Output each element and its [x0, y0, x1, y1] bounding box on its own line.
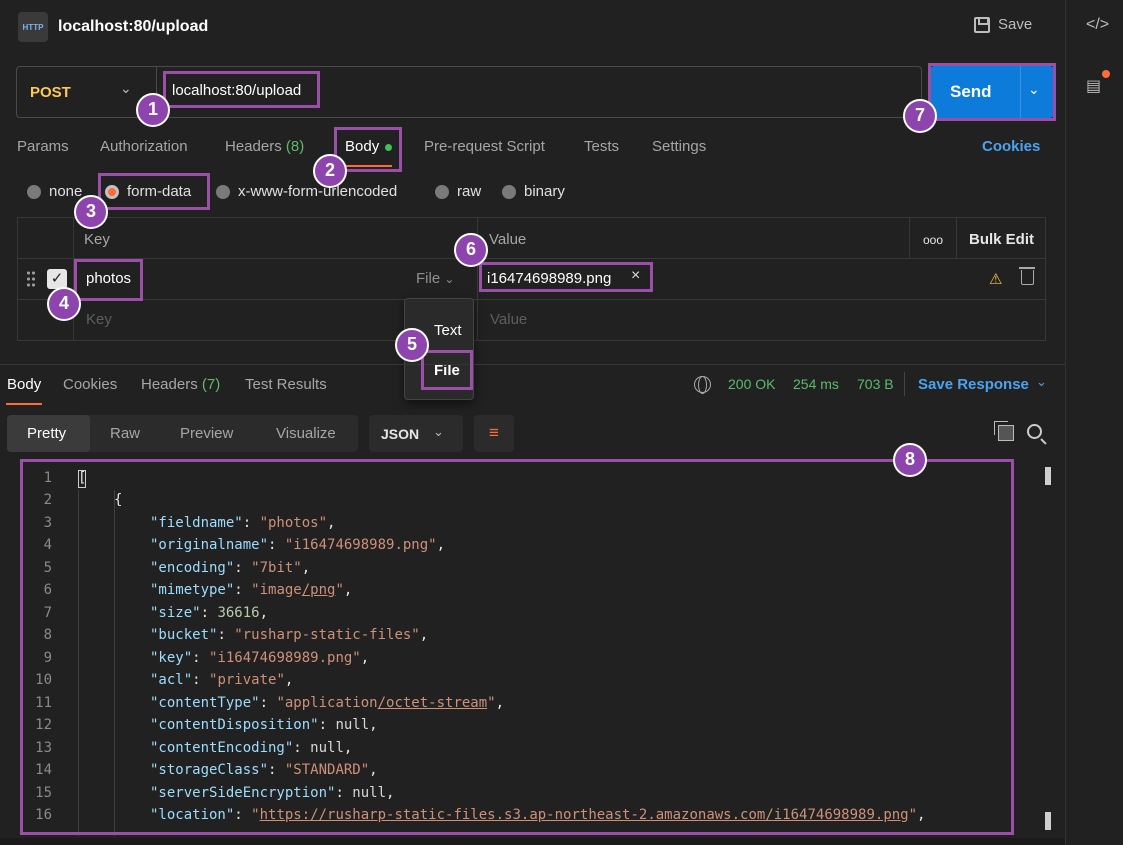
search-icon[interactable] — [1027, 424, 1042, 439]
save-response-button[interactable]: Save Response — [918, 376, 1029, 393]
annotation-badge: 5 — [395, 328, 429, 362]
response-size[interactable]: 703 B — [857, 376, 894, 392]
method-select[interactable]: POST — [30, 84, 71, 101]
tab-settings[interactable]: Settings — [652, 138, 706, 155]
save-label: Save — [998, 16, 1033, 33]
request-title[interactable]: localhost:80/upload — [58, 18, 208, 36]
chevron-down-icon: ⌄ — [444, 272, 455, 286]
code-icon[interactable]: </> — [1086, 16, 1109, 34]
radio-icon — [27, 184, 41, 199]
annotation-badge: 6 — [454, 233, 488, 267]
radio-binary[interactable]: binary — [502, 183, 565, 200]
row-checkbox[interactable]: ✓ — [47, 269, 67, 289]
radio-label: x-www-form-urlencoded — [238, 183, 398, 200]
tab-params[interactable]: Params — [17, 138, 69, 155]
table-divider — [909, 217, 910, 258]
annotation-box — [74, 259, 143, 301]
warning-icon[interactable]: ⚠ — [989, 270, 1002, 288]
save-icon — [974, 16, 990, 33]
response-tab-test-results[interactable]: Test Results — [245, 376, 327, 393]
radio-urlencoded[interactable]: x-www-form-urlencoded — [216, 183, 397, 200]
annotation-box — [163, 71, 320, 108]
radio-icon — [502, 184, 516, 199]
table-divider — [956, 217, 957, 258]
divider — [904, 372, 905, 396]
tab-headers[interactable]: Headers (8) — [225, 138, 304, 155]
key-placeholder[interactable]: Key — [86, 311, 112, 328]
radio-none[interactable]: none — [27, 183, 82, 200]
radio-raw[interactable]: raw — [435, 183, 481, 200]
annotation-badge: 1 — [136, 93, 170, 127]
radio-label: raw — [457, 183, 482, 200]
tab-label: Headers — [141, 376, 198, 393]
type-label: File — [416, 270, 441, 287]
globe-icon[interactable] — [694, 376, 711, 394]
table-divider — [17, 258, 1046, 259]
table-divider — [17, 299, 1046, 300]
notification-dot — [1102, 70, 1110, 78]
radio-label: binary — [524, 183, 565, 200]
key-column-header: Key — [84, 231, 110, 248]
format-preview[interactable]: Preview — [180, 425, 233, 442]
tab-label: Body — [7, 376, 42, 393]
right-rail: </> ▤ — [1065, 0, 1123, 845]
drag-handle-icon[interactable] — [26, 270, 36, 288]
format-pretty[interactable]: Pretty — [27, 425, 66, 442]
wrap-lines-icon[interactable]: ≡ — [474, 415, 514, 452]
annotation-box — [20, 459, 1014, 835]
annotation-box — [479, 262, 653, 292]
radio-icon — [216, 184, 230, 199]
response-tab-body[interactable]: Body — [7, 376, 41, 393]
section-divider — [0, 364, 1065, 365]
http-logo-icon: HTTP — [18, 12, 48, 42]
header-count: (8) — [285, 138, 305, 155]
value-placeholder[interactable]: Value — [490, 311, 527, 328]
scrollbar-thumb[interactable] — [1045, 812, 1051, 830]
annotation-badge: 3 — [74, 195, 108, 229]
format-raw[interactable]: Raw — [110, 425, 140, 442]
bulk-edit-button[interactable]: Bulk Edit — [969, 231, 1034, 248]
annotation-badge: 8 — [893, 443, 927, 477]
annotation-box — [421, 350, 473, 390]
radio-label: none — [49, 183, 83, 200]
annotation-badge: 2 — [313, 154, 347, 188]
annotation-box — [928, 63, 1056, 121]
annotation-badge: 7 — [903, 99, 937, 133]
radio-icon — [435, 184, 449, 199]
chevron-down-icon[interactable]: ⌄ — [120, 80, 132, 97]
value-column-header: Value — [489, 231, 527, 248]
chevron-down-icon[interactable]: ⌄ — [1036, 374, 1047, 390]
logo-text: HTTP — [22, 22, 44, 32]
response-tab-cookies[interactable]: Cookies — [63, 376, 117, 393]
language-label: JSON — [381, 426, 420, 442]
copy-icon[interactable] — [994, 421, 1014, 441]
chevron-down-icon[interactable]: ⌄ — [433, 424, 444, 440]
type-select[interactable]: File ⌄ — [416, 270, 454, 287]
scrollbar-thumb[interactable] — [1045, 467, 1051, 485]
tab-authorization[interactable]: Authorization — [100, 138, 188, 155]
menu-item-text[interactable]: Text — [434, 322, 462, 339]
save-button[interactable]: Save — [974, 16, 1032, 33]
tab-label: Headers — [225, 138, 282, 155]
trash-icon[interactable] — [1019, 267, 1035, 285]
annotation-box — [98, 173, 210, 210]
docs-icon[interactable]: ▤ — [1086, 76, 1101, 96]
header-count: (7) — [201, 376, 221, 393]
tab-pre-request-script[interactable]: Pre-request Script — [424, 138, 545, 155]
status-bar — [0, 838, 1065, 845]
annotation-badge: 4 — [47, 287, 81, 321]
response-tab-headers[interactable]: Headers (7) — [141, 376, 220, 393]
format-visualize[interactable]: Visualize — [276, 425, 336, 442]
cookies-link[interactable]: Cookies — [982, 138, 1040, 155]
tab-tests[interactable]: Tests — [584, 138, 619, 155]
more-options-icon[interactable]: ooo — [923, 233, 943, 247]
format-label: Pretty — [27, 425, 67, 442]
status-code[interactable]: 200 OK — [728, 376, 775, 392]
response-time[interactable]: 254 ms — [793, 376, 839, 392]
active-tab-underline — [6, 403, 42, 405]
